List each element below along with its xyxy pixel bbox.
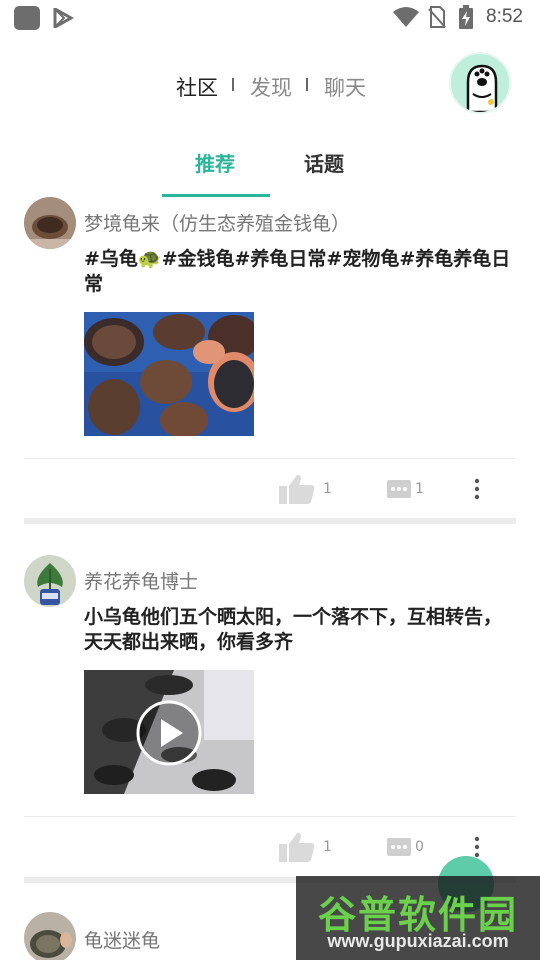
- nav-community[interactable]: 社区: [176, 72, 218, 102]
- user-avatar[interactable]: [449, 52, 511, 114]
- battery-charging-icon: [459, 5, 473, 29]
- divider: [24, 816, 516, 817]
- like-icon[interactable]: [279, 474, 315, 504]
- post-video-thumbnail[interactable]: [84, 670, 254, 794]
- like-count: 1: [323, 481, 332, 497]
- post-author-name[interactable]: 养花养龟博士: [84, 567, 198, 594]
- status-bar: 8:52: [0, 0, 540, 36]
- no-sim-icon: [428, 6, 446, 28]
- nav-separator: [306, 78, 308, 91]
- like-count: 1: [323, 839, 332, 855]
- watermark-url: www.gupuxiazai.com: [327, 931, 509, 951]
- comment-icon[interactable]: [387, 838, 411, 856]
- post-author-name[interactable]: 梦境龟来（仿生态养殖金钱龟）: [84, 209, 350, 236]
- tab-recommended[interactable]: 推荐: [195, 148, 235, 177]
- more-icon[interactable]: [473, 478, 481, 500]
- watermark: 谷普软件园 www.gupuxiazai.com: [296, 876, 540, 960]
- content-tabs: 推荐 话题: [0, 140, 540, 200]
- comment-icon[interactable]: [387, 480, 411, 498]
- comment-count: 1: [415, 481, 424, 497]
- post-author-avatar[interactable]: [24, 555, 76, 607]
- post-image[interactable]: [84, 312, 254, 436]
- app-icon: [14, 6, 40, 30]
- nav-chat[interactable]: 聊天: [324, 72, 366, 102]
- status-time: 8:52: [486, 6, 523, 27]
- wifi-icon: [393, 7, 419, 27]
- post-separator: [24, 518, 516, 524]
- tab-topics[interactable]: 话题: [304, 148, 344, 177]
- post-text[interactable]: 小乌龟他们五个晒太阳，一个落不下，互相转告，天天都出来晒，你看多齐: [84, 605, 520, 655]
- play-icon[interactable]: [135, 700, 203, 766]
- post-author-avatar[interactable]: [24, 912, 76, 960]
- post-author-name[interactable]: 龟迷迷龟: [84, 926, 160, 953]
- nav-separator: [232, 78, 234, 91]
- post-text[interactable]: #乌龟🐢#金钱龟#养龟日常#宠物龟#养龟养龟日常: [84, 247, 520, 297]
- more-icon[interactable]: [473, 836, 481, 858]
- play-store-icon: [53, 8, 74, 28]
- like-icon[interactable]: [279, 832, 315, 862]
- nav-discover[interactable]: 发现: [250, 72, 292, 102]
- divider: [24, 458, 516, 459]
- comment-count: 0: [415, 839, 424, 855]
- tab-indicator: [162, 194, 270, 197]
- post-author-avatar[interactable]: [24, 197, 76, 249]
